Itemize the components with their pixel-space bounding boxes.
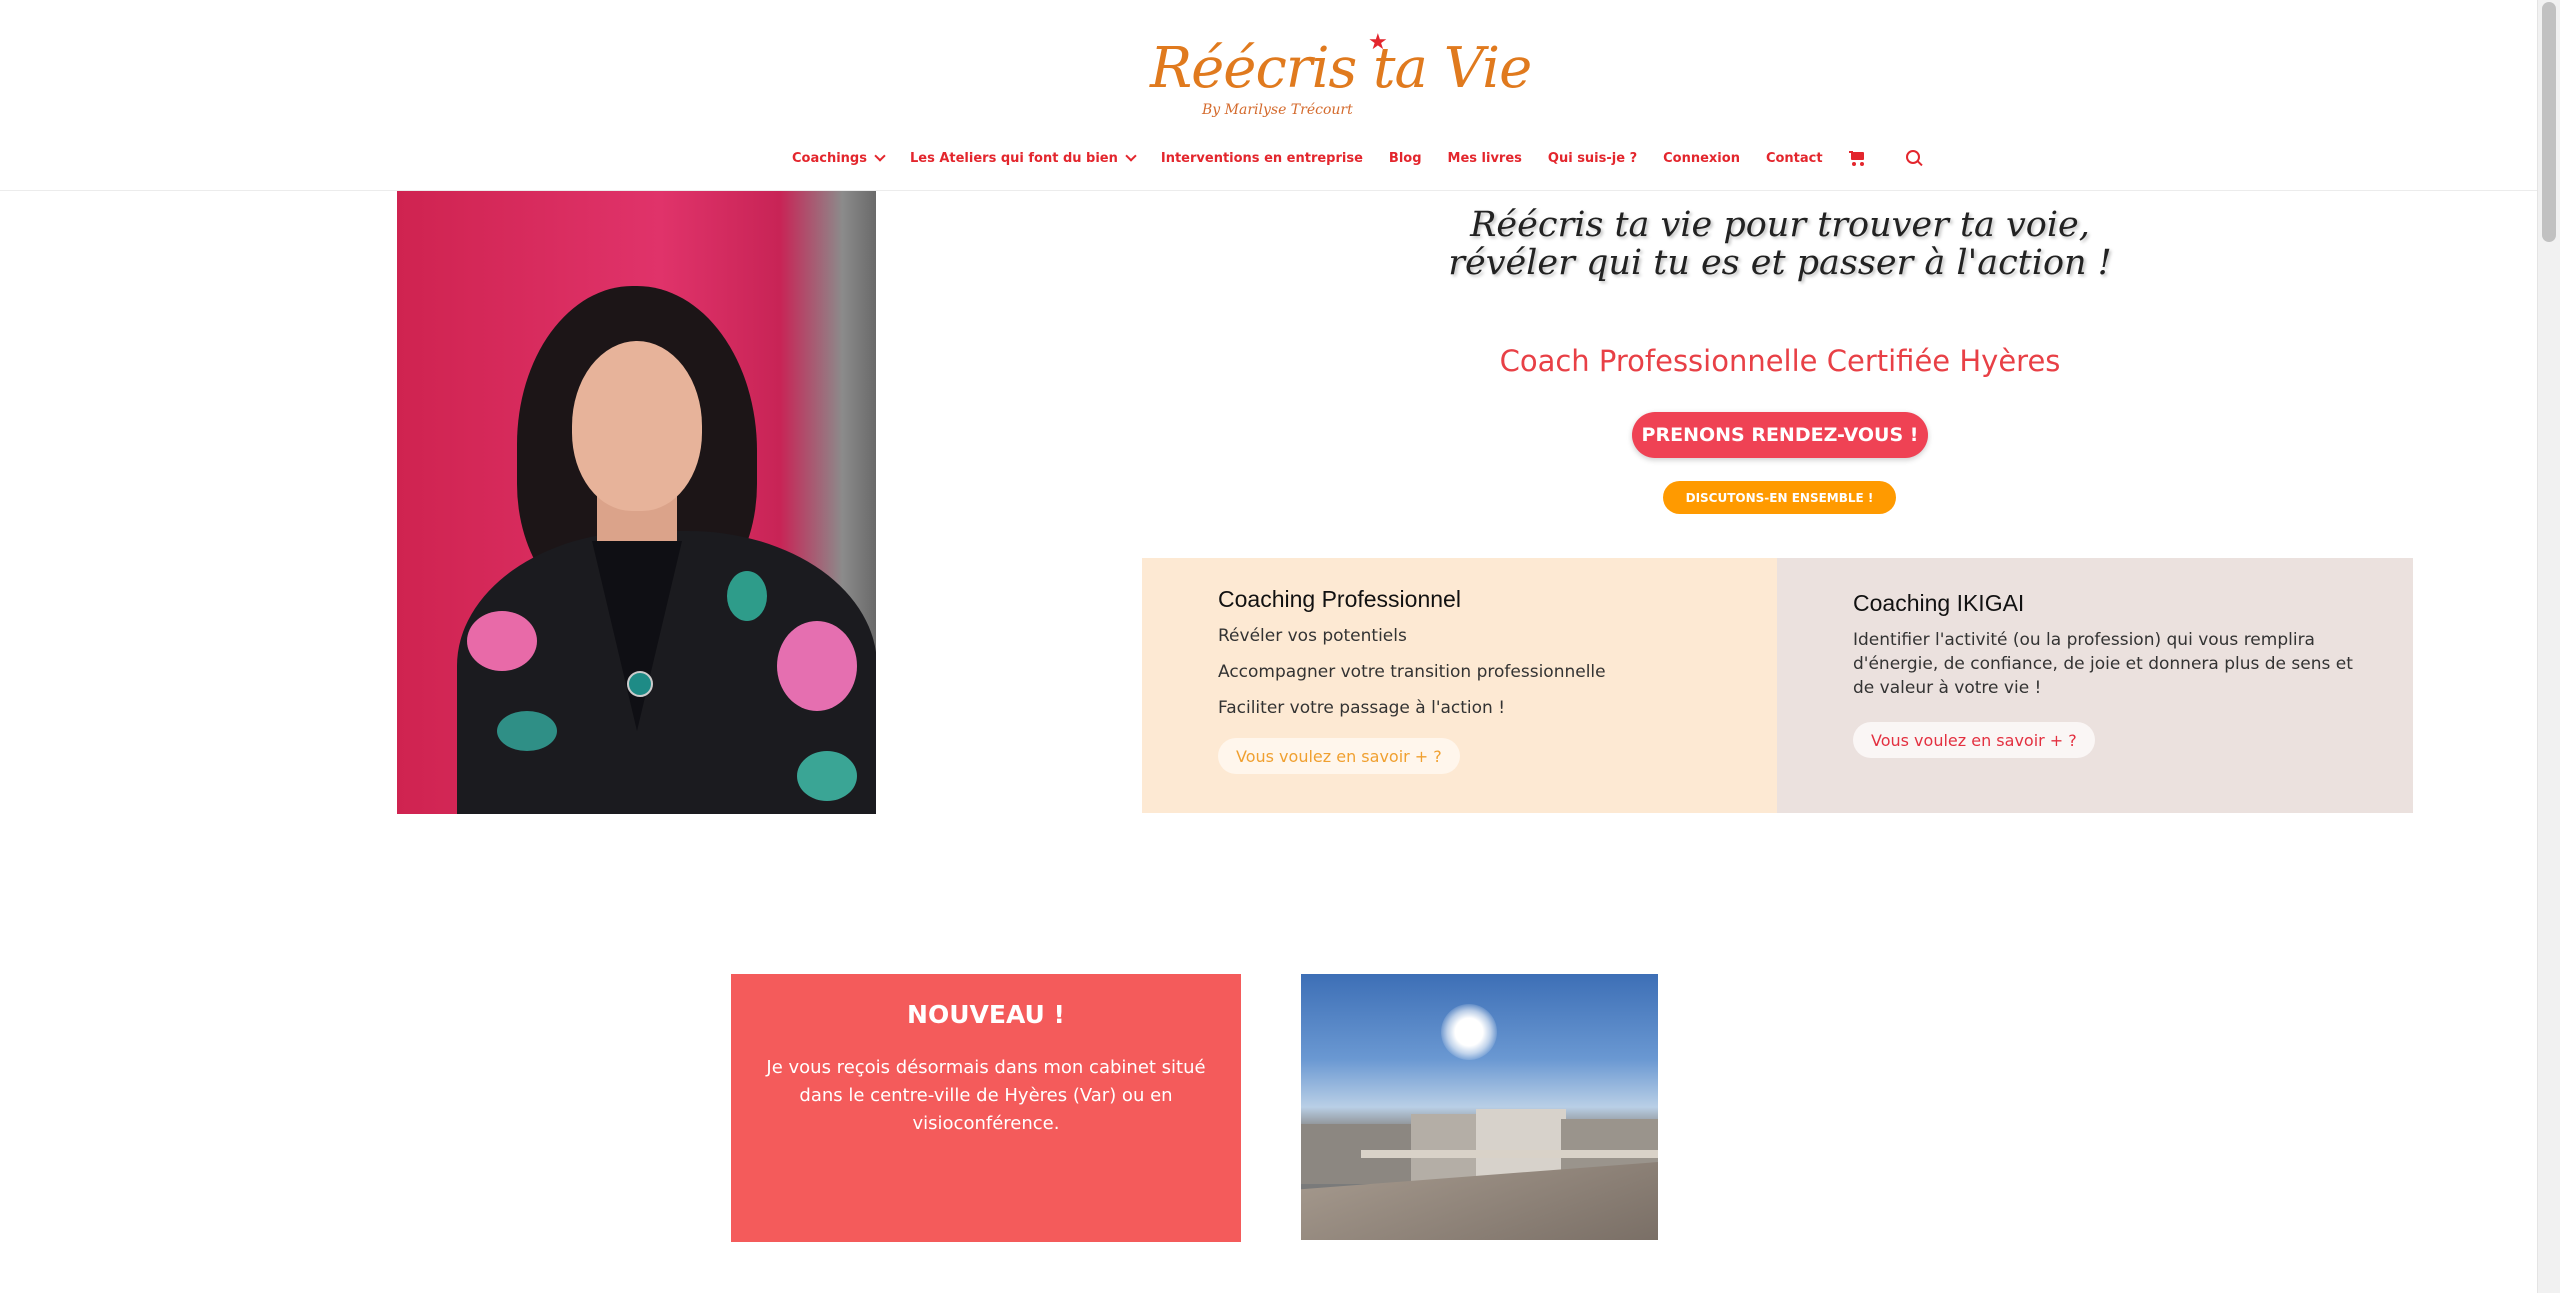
card-line: d'énergie, de confiance, de joie et donn… [1853, 654, 2353, 674]
card-line: Accompagner votre transition professionn… [1218, 662, 1606, 682]
coaching-pro-card: Coaching Professionnel Révéler vos poten… [1142, 558, 1777, 813]
search-icon[interactable] [1905, 149, 1923, 167]
logo-wordmark: Réécris ta Vie [1150, 36, 1532, 101]
office-view-photo [1301, 974, 1658, 1240]
logo-byline: By Marilyse Trécourt [1202, 102, 1353, 118]
discuss-together-button[interactable]: DISCUTONS-EN ENSEMBLE ! [1663, 481, 1896, 514]
nav-label: Coachings [792, 150, 867, 166]
star-icon: ★ [1368, 30, 1388, 55]
nav-label: Contact [1765, 150, 1823, 166]
nav-item-connexion[interactable]: Connexion [1663, 151, 1740, 166]
news-title: NOUVEAU ! [907, 1000, 1065, 1029]
learn-more-button[interactable]: Vous voulez en savoir + ? [1853, 722, 2095, 758]
card-title: Coaching Professionnel [1218, 586, 1461, 612]
nav-item-livres[interactable]: Mes livres [1448, 151, 1522, 166]
book-appointment-button[interactable]: PRENONS RENDEZ-VOUS ! [1632, 412, 1928, 458]
news-box: NOUVEAU ! Je vous reçois désormais dans … [731, 974, 1241, 1242]
nav-label: Qui suis-je ? [1547, 150, 1638, 166]
nav-item-coachings[interactable]: Coachings [792, 150, 886, 166]
nav-item-blog[interactable]: Blog [1389, 151, 1422, 166]
learn-more-button[interactable]: Vous voulez en savoir + ? [1218, 738, 1460, 774]
card-title: Coaching IKIGAI [1853, 590, 2025, 616]
card-line: Faciliter votre passage à l'action ! [1218, 698, 1506, 718]
nav-item-contact[interactable]: Contact [1766, 151, 1823, 166]
nav-label: Blog [1388, 150, 1422, 166]
coach-portrait-photo [397, 191, 876, 814]
nav-label: Interventions en entreprise [1160, 150, 1363, 166]
news-text: Je vous reçois désormais dans mon cabine… [766, 1057, 1206, 1134]
nav-label: Connexion [1663, 150, 1740, 166]
nav-item-interventions[interactable]: Interventions en entreprise [1161, 151, 1363, 166]
nav-label: Les Ateliers qui font du bien [909, 150, 1118, 166]
page-scrollbar[interactable] [2537, 0, 2560, 1293]
coach-title: Coach Professionnelle Certifiée Hyères [1499, 344, 2061, 378]
hero-tagline: Réécris ta vie pour trouver ta voie, rév… [1300, 206, 2260, 282]
chevron-down-icon [1125, 150, 1137, 162]
card-line: Identifier l'activité (ou la profession)… [1853, 630, 2315, 650]
site-header: Réécris ta Vie ★ By Marilyse Trécourt Co… [0, 0, 2538, 191]
tagline-line: Réécris ta vie pour trouver ta voie, [1470, 205, 2090, 245]
nav-item-qui-suis-je[interactable]: Qui suis-je ? [1548, 151, 1637, 166]
chevron-down-icon [874, 150, 886, 162]
tagline-line: révéler qui tu es et passer à l'action ! [1448, 243, 2112, 283]
nav-item-ateliers[interactable]: Les Ateliers qui font du bien [909, 150, 1137, 166]
card-line: Révéler vos potentiels [1218, 626, 1407, 646]
main-nav: Coachings Les Ateliers qui font du bien … [792, 146, 1923, 170]
coaching-ikigai-card: Coaching IKIGAI Identifier l'activité (o… [1777, 558, 2413, 813]
nav-label: Mes livres [1447, 150, 1522, 166]
site-logo[interactable]: Réécris ta Vie ★ By Marilyse Trécourt [1150, 30, 1532, 126]
card-line: de valeur à votre vie ! [1853, 678, 2042, 698]
scrollbar-thumb[interactable] [2542, 2, 2556, 242]
cart-icon[interactable] [1848, 151, 1865, 166]
